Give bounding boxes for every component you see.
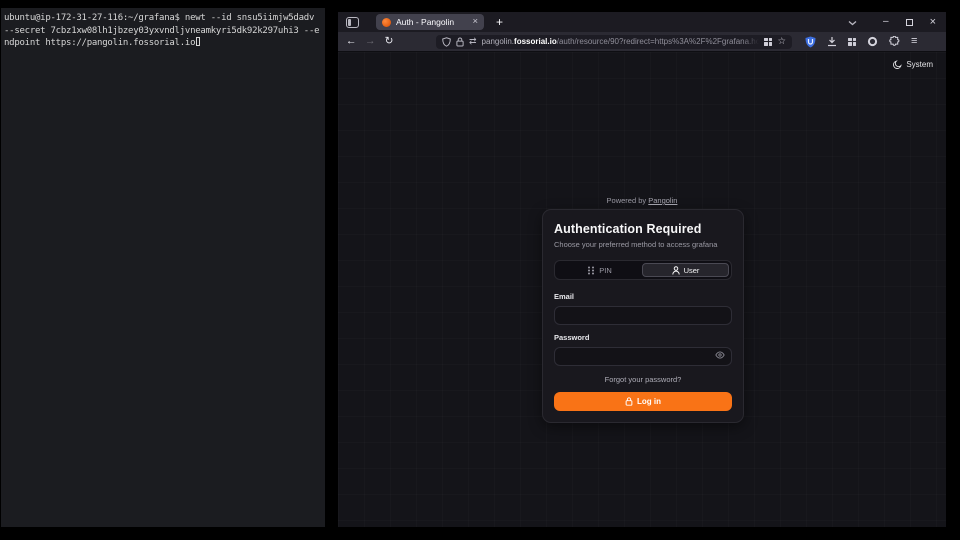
forgot-password-link[interactable]: Forgot your password?	[554, 375, 732, 384]
login-button-label: Log in	[637, 397, 661, 406]
password-input[interactable]	[554, 347, 732, 366]
email-field-wrap	[554, 305, 732, 325]
url-fade	[743, 35, 759, 49]
theme-toggle-button[interactable]: System	[893, 60, 933, 69]
card-subtitle: Choose your preferred method to access g…	[554, 240, 732, 249]
tab-user[interactable]: User	[642, 263, 729, 277]
moon-icon	[893, 60, 902, 69]
email-input[interactable]	[554, 306, 732, 325]
tracking-protection-shield-icon[interactable]	[442, 37, 451, 47]
page-content: System Powered by Pangolin Authenticatio…	[338, 52, 946, 527]
back-button[interactable]: ←	[346, 36, 356, 47]
terminal-line: ndpoint https://pangolin.fossorial.io	[4, 37, 322, 50]
record-circle-icon[interactable]	[867, 36, 878, 47]
tab-title: Auth - Pangolin	[396, 17, 467, 27]
tab-strip: Auth - Pangolin × + – ×	[338, 12, 946, 32]
firefox-view-icon[interactable]	[346, 17, 359, 28]
bookmark-star-icon[interactable]: ☆	[777, 37, 786, 47]
password-field-wrap	[554, 346, 732, 366]
card-title: Authentication Required	[554, 222, 732, 236]
show-password-button[interactable]	[715, 351, 725, 359]
minimize-button[interactable]: –	[883, 17, 889, 27]
toolbar-icons: ≡	[805, 36, 917, 48]
login-lock-icon	[625, 397, 633, 406]
tab-user-label: User	[684, 266, 700, 275]
window-close-button[interactable]: ×	[930, 17, 936, 28]
url-bar[interactable]: ⇄ pangolin.fossorial.io/auth/resource/90…	[436, 35, 792, 49]
terminal-cursor	[196, 37, 200, 46]
terminal-line-text: ndpoint https://pangolin.fossorial.io	[4, 38, 195, 48]
maximize-button[interactable]	[906, 19, 913, 26]
swap-arrows-icon: ⇄	[469, 37, 477, 46]
toolbar-grid-icon[interactable]	[848, 38, 856, 46]
user-icon	[672, 266, 680, 275]
extensions-puzzle-icon[interactable]	[889, 36, 900, 47]
auth-card: Authentication Required Choose your pref…	[542, 209, 744, 423]
urlbar-grid-icon[interactable]	[764, 38, 772, 46]
tab-pin[interactable]: PIN	[557, 263, 642, 277]
reload-button[interactable]: ↻	[384, 36, 394, 47]
list-tabs-chevron-icon[interactable]	[848, 13, 857, 31]
dialpad-icon	[587, 266, 595, 275]
url-path: /auth/resource/90?redirect=https%3A%2F%2…	[557, 37, 760, 46]
theme-toggle-label: System	[906, 60, 933, 69]
forward-button[interactable]: →	[365, 36, 375, 47]
browser-window: Auth - Pangolin × + – × ← → ↻ ⇄ pangoli	[338, 12, 946, 527]
pangolin-link[interactable]: Pangolin	[648, 196, 677, 205]
url-subdomain: pangolin.	[482, 37, 514, 46]
downloads-icon[interactable]	[827, 36, 837, 47]
powered-by-text: Powered by	[607, 196, 647, 205]
window-controls: – ×	[883, 17, 936, 28]
powered-by: Powered by Pangolin	[338, 196, 946, 205]
terminal-line: ubuntu@ip-172-31-27-116:~/grafana$ newt …	[4, 12, 322, 25]
tab-pin-label: PIN	[599, 266, 612, 275]
url-text[interactable]: pangolin.fossorial.io/auth/resource/90?r…	[482, 35, 760, 49]
tab-close-icon[interactable]: ×	[472, 17, 478, 27]
https-lock-icon[interactable]	[456, 37, 464, 47]
terminal-line: --secret 7cbz1xw08lh1jbzey03yxvndljvneam…	[4, 25, 322, 38]
terminal-window[interactable]: ubuntu@ip-172-31-27-116:~/grafana$ newt …	[1, 8, 325, 527]
password-label: Password	[554, 333, 732, 342]
navigation-bar: ← → ↻ ⇄ pangolin.fossorial.io/auth/resou…	[338, 32, 946, 52]
url-domain: fossorial.io	[514, 37, 557, 46]
ublock-extension-icon[interactable]	[805, 36, 816, 48]
pangolin-favicon-icon	[382, 18, 391, 27]
email-label: Email	[554, 292, 732, 301]
auth-method-tabs: PIN User	[554, 260, 732, 280]
menu-icon[interactable]: ≡	[911, 36, 917, 47]
new-tab-button[interactable]: +	[496, 16, 503, 28]
eye-icon	[715, 351, 725, 359]
login-button[interactable]: Log in	[554, 392, 732, 411]
tab-auth-pangolin[interactable]: Auth - Pangolin ×	[376, 14, 484, 30]
